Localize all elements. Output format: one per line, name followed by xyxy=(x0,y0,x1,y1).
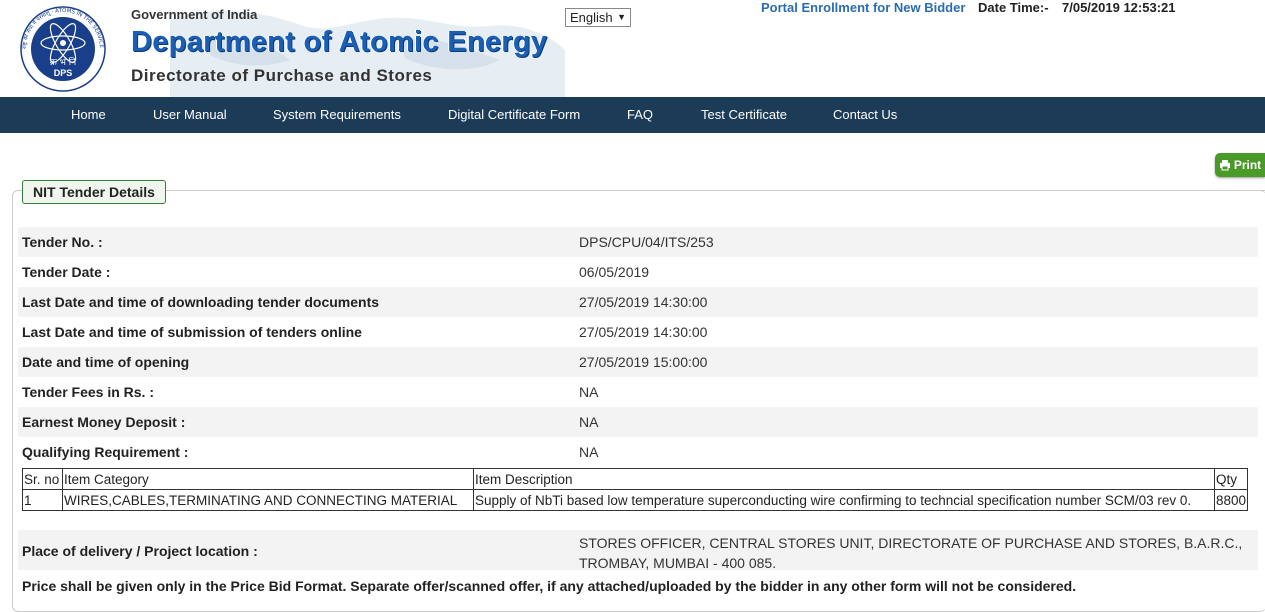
dropdown-arrow-icon: ▼ xyxy=(617,12,626,22)
nav-contact-us[interactable]: Contact Us xyxy=(833,97,897,133)
column-header: Item Category xyxy=(62,468,474,490)
delivery-value: STORES OFFICER, CENTRAL STORES UNIT, DIR… xyxy=(579,535,1243,571)
nav-user-manual[interactable]: User Manual xyxy=(153,97,227,133)
detail-label: Last Date and time of submission of tend… xyxy=(22,324,362,340)
detail-value: 27/05/2019 15:00:00 xyxy=(579,354,708,370)
detail-row: Tender Date : 06/05/2019 xyxy=(18,257,1258,287)
price-note-row: Price shall be given only in the Price B… xyxy=(18,572,1258,600)
column-header: Item Description xyxy=(473,468,1215,490)
nav-digital-certificate-form[interactable]: Digital Certificate Form xyxy=(448,97,580,133)
site-header: क्र भं नि DPS राष्ट्र की सेवा में परमाणु… xyxy=(0,0,1265,97)
detail-value: 06/05/2019 xyxy=(579,264,650,280)
table-header-row: Sr. no Item Category Item Description Qt… xyxy=(22,468,1249,490)
nav-system-requirements[interactable]: System Requirements xyxy=(273,97,401,133)
detail-label: Tender Date : xyxy=(22,264,111,280)
detail-label: Date and time of opening xyxy=(22,354,190,370)
detail-label: Earnest Money Deposit : xyxy=(22,414,186,430)
detail-value: NA xyxy=(579,414,599,430)
datetime-value: 7/05/2019 12:53:21 xyxy=(1062,0,1176,15)
detail-row: Date and time of opening 27/05/2019 15:0… xyxy=(18,347,1258,377)
detail-row: Last Date and time of downloading tender… xyxy=(18,287,1258,317)
detail-label: Last Date and time of downloading tender… xyxy=(22,294,380,310)
department-title: Department of Atomic Energy xyxy=(131,26,548,58)
table-cell: WIRES,CABLES,TERMINATING AND CONNECTING … xyxy=(62,489,474,511)
nav-test-certificate[interactable]: Test Certificate xyxy=(701,97,787,133)
logo-hindi-text: क्र भं नि xyxy=(50,56,77,68)
main-nav: Home User Manual System Requirements Dig… xyxy=(0,97,1265,133)
detail-value: 27/05/2019 14:30:00 xyxy=(579,294,708,310)
detail-label: Qualifying Requirement : xyxy=(22,444,189,460)
detail-value: NA xyxy=(579,384,599,400)
dps-logo: क्र भं नि DPS राष्ट्र की सेवा में परमाणु… xyxy=(10,5,106,92)
logo-dps-text: DPS xyxy=(54,68,73,78)
nav-faq[interactable]: FAQ xyxy=(627,97,653,133)
print-button[interactable]: Print xyxy=(1215,153,1265,177)
detail-row: Tender Fees in Rs. : NA xyxy=(18,377,1258,407)
directorate-title: Directorate of Purchase and Stores xyxy=(131,66,433,85)
delivery-row: Place of delivery / Project location : S… xyxy=(18,530,1258,571)
detail-label: Tender Fees in Rs. : xyxy=(22,384,154,400)
language-selected: English xyxy=(570,10,613,25)
portal-enrollment-link[interactable]: Portal Enrollment for New Bidder xyxy=(761,0,965,15)
table-cell: 8800 xyxy=(1213,489,1249,511)
table-cell: Supply of NbTi based low temperature sup… xyxy=(473,489,1215,511)
column-header: Sr. no xyxy=(22,468,63,490)
detail-label: Tender No. : xyxy=(22,234,103,250)
government-label: Government of India xyxy=(131,7,258,22)
price-note: Price shall be given only in the Price B… xyxy=(22,578,1077,594)
nav-home[interactable]: Home xyxy=(71,97,106,133)
detail-row: Last Date and time of submission of tend… xyxy=(18,317,1258,347)
column-header: Qty xyxy=(1213,468,1249,490)
detail-value: 27/05/2019 14:30:00 xyxy=(579,324,708,340)
table-cell: 1 xyxy=(22,489,63,511)
print-label: Print xyxy=(1233,158,1262,172)
printer-icon xyxy=(1219,160,1230,171)
detail-row: Earnest Money Deposit : NA xyxy=(18,407,1258,437)
detail-value: NA xyxy=(579,444,599,460)
detail-row: Qualifying Requirement : NA xyxy=(18,437,1258,467)
detail-value: DPS/CPU/04/ITS/253 xyxy=(579,234,714,250)
panel-divider xyxy=(187,190,1265,191)
language-select[interactable]: English ▼ xyxy=(565,8,631,27)
items-table: Sr. no Item Category Item Description Qt… xyxy=(22,468,1249,511)
datetime-label: Date Time:- xyxy=(978,0,1049,15)
delivery-label: Place of delivery / Project location : xyxy=(22,543,258,559)
detail-row: Tender No. : DPS/CPU/04/ITS/253 xyxy=(18,227,1258,257)
section-title: NIT Tender Details xyxy=(22,180,166,204)
table-row: 1 WIRES,CABLES,TERMINATING AND CONNECTIN… xyxy=(22,489,1249,511)
